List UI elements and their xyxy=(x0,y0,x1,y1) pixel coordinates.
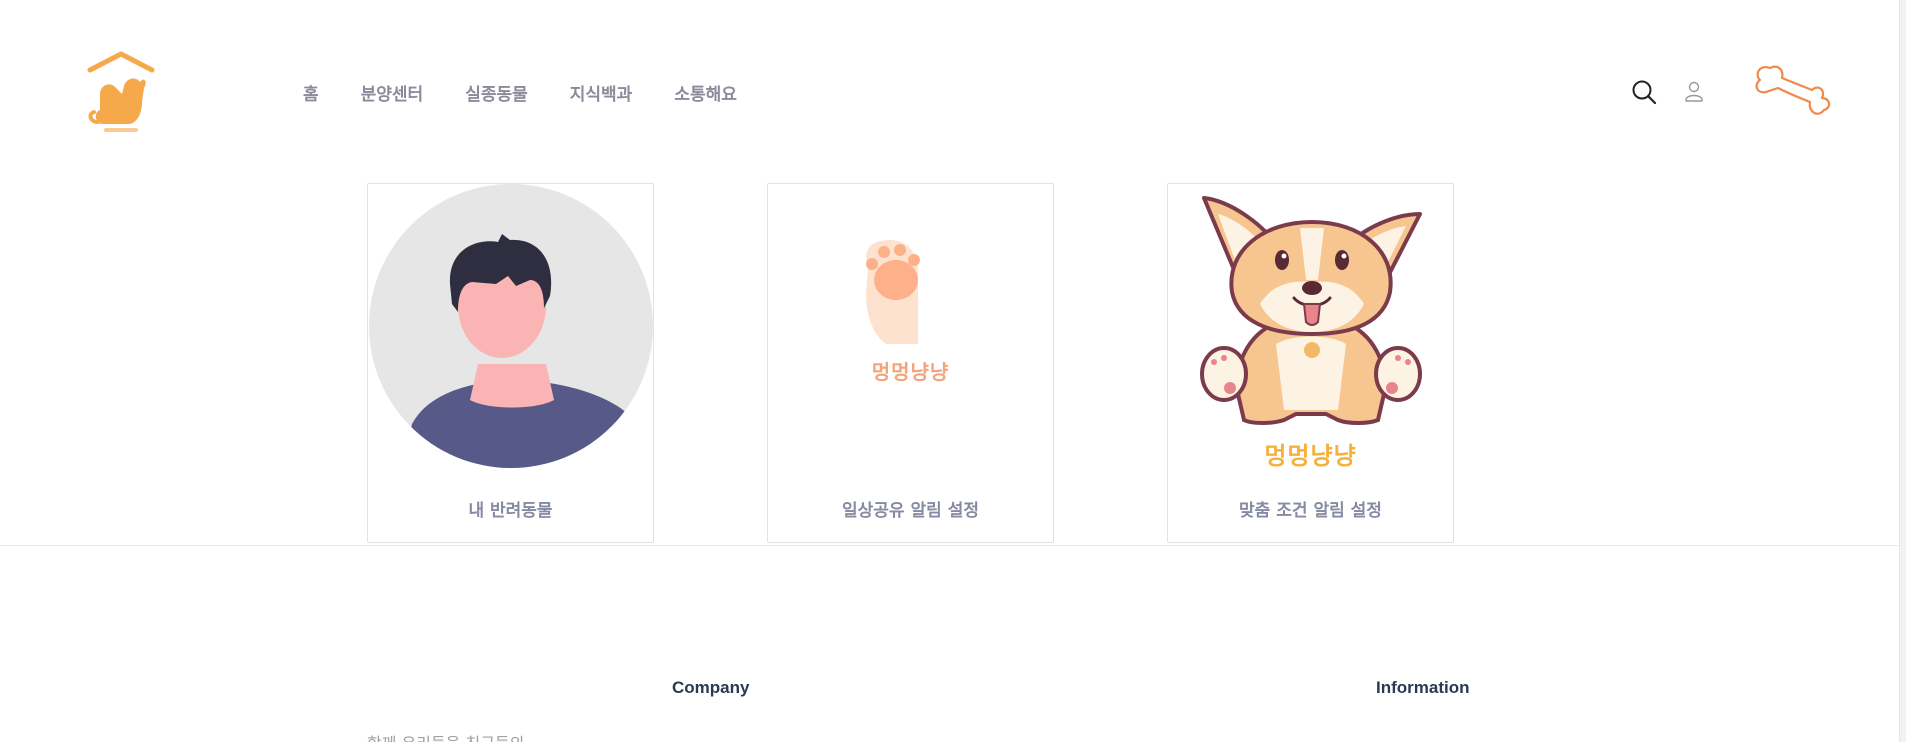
footer-information-heading: Information xyxy=(1376,678,1470,697)
nav-item-encyclopedia[interactable]: 지식백과 xyxy=(570,80,633,105)
card-daily-share-notification[interactable]: 멍멍냥냥 일상공유 알림 설정 xyxy=(767,183,1054,543)
user-icon[interactable] xyxy=(1683,80,1705,104)
avatar-person-icon xyxy=(369,184,653,468)
footer-company-heading: Company xyxy=(672,678,750,697)
scrollbar[interactable] xyxy=(1899,0,1906,742)
header: 홈 분양센터 실종동물 지식백과 소통해요 xyxy=(0,0,1906,182)
card-label: 맞춤 조건 알림 설정 xyxy=(1239,501,1382,521)
section-divider xyxy=(0,545,1906,546)
card-label: 내 반려동물 xyxy=(468,501,553,521)
paw-logo-text: 멍멍냥냥 xyxy=(871,360,950,384)
page: 홈 분양센터 실종동물 지식백과 소통해요 내 반려동물 멍멍냥냥 일상공유 알… xyxy=(0,0,1906,742)
card-custom-condition-notification[interactable]: 멍멍냥냥 맞춤 조건 알림 설정 xyxy=(1167,183,1454,543)
dog-cat-house-logo-icon[interactable] xyxy=(84,50,158,136)
nav-item-community[interactable]: 소통해요 xyxy=(674,80,737,105)
search-icon[interactable] xyxy=(1630,78,1658,106)
nav-item-missing-animals[interactable]: 실종동물 xyxy=(465,80,528,105)
footer-company-text: 함께 우리들을 친구들의 xyxy=(367,730,524,742)
corgi-logo-text: 멍멍냥냥 xyxy=(1264,442,1357,470)
paw-logo-icon xyxy=(866,240,920,344)
card-label: 일상공유 알림 설정 xyxy=(842,501,979,521)
bone-icon[interactable] xyxy=(1752,60,1832,122)
main-nav: 홈 분양센터 실종동물 지식백과 소통해요 xyxy=(303,80,737,105)
nav-item-home[interactable]: 홈 xyxy=(303,80,319,105)
nav-item-adoption-center[interactable]: 분양센터 xyxy=(361,80,424,105)
card-my-pet[interactable]: 내 반려동물 xyxy=(367,183,654,543)
